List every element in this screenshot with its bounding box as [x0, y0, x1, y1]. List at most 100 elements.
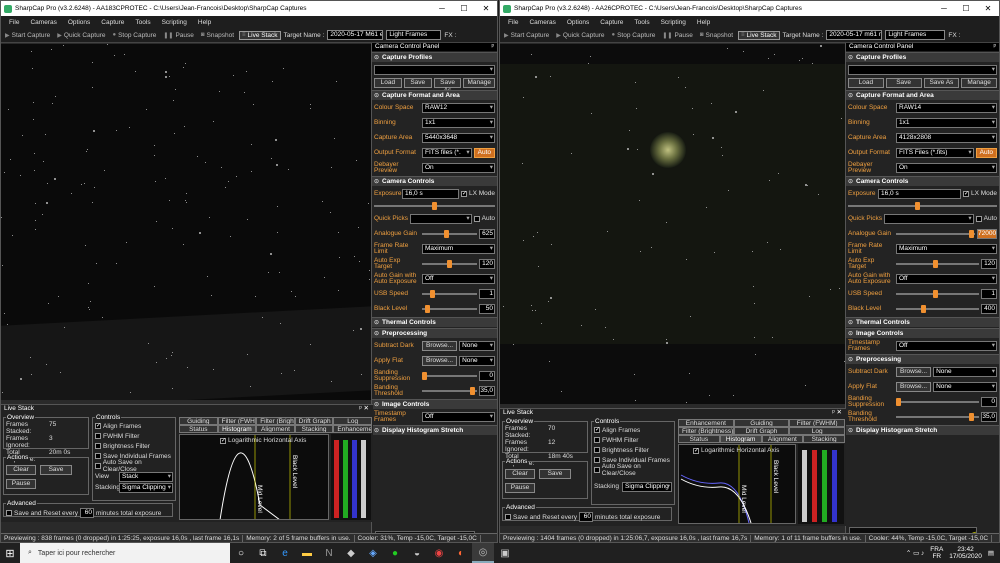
- tab-enhancement[interactable]: Enhancement: [333, 425, 372, 433]
- close-button[interactable]: ✕: [475, 4, 497, 13]
- frame-rate-select[interactable]: Maximum: [896, 243, 997, 254]
- green-channel[interactable]: [822, 450, 827, 522]
- edge-icon[interactable]: e: [274, 543, 296, 563]
- section-image-controls[interactable]: Image Controls: [372, 399, 497, 410]
- red-channel[interactable]: [812, 450, 817, 522]
- save-individual-checkbox[interactable]: [594, 457, 600, 463]
- menu-options[interactable]: Options: [567, 19, 589, 26]
- banding-threshold-slider[interactable]: [896, 412, 979, 422]
- tab-filter-fwhm[interactable]: Filter (FWHM): [217, 417, 257, 425]
- section-capture-format[interactable]: Capture Format and Area: [846, 90, 999, 101]
- tab-drift-graph[interactable]: Drift Graph: [294, 417, 334, 425]
- exposure-input[interactable]: 16,0 s: [402, 188, 459, 199]
- gain-slider[interactable]: [896, 229, 975, 239]
- stack-histogram[interactable]: Logarithmic Horizontal Axis Mid Level Bl…: [179, 434, 329, 520]
- load-button[interactable]: Load: [848, 78, 884, 88]
- red-channel[interactable]: [334, 440, 339, 518]
- capture-area-select[interactable]: 5440x3648: [422, 132, 495, 143]
- section-thermal[interactable]: Thermal Controls: [372, 317, 497, 328]
- load-button[interactable]: Load: [374, 78, 402, 88]
- usb-slider[interactable]: [422, 289, 477, 299]
- quick-capture-button[interactable]: ▶ Quick Capture: [554, 32, 606, 39]
- menu-options[interactable]: Options: [68, 19, 90, 26]
- exposure-input[interactable]: 16,0 s: [878, 188, 961, 199]
- tab-log[interactable]: Log: [789, 427, 846, 435]
- blue-channel[interactable]: [832, 450, 837, 522]
- app-icon[interactable]: ◈: [362, 543, 384, 563]
- section-capture-profiles[interactable]: Capture Profiles: [846, 52, 999, 63]
- channel-sliders[interactable]: [798, 444, 844, 524]
- auto-button[interactable]: Auto: [975, 147, 997, 158]
- manage-button[interactable]: Manage: [463, 78, 495, 88]
- sharpcap-taskbar-icon[interactable]: ◎: [472, 543, 494, 563]
- menu-help[interactable]: Help: [198, 19, 211, 26]
- save-reset-checkbox[interactable]: [6, 510, 12, 516]
- lum-channel[interactable]: [361, 440, 366, 518]
- language-indicator[interactable]: FRA FR: [930, 546, 943, 560]
- app-green-icon[interactable]: ●: [384, 543, 406, 563]
- pin-icon[interactable]: ᵖ: [492, 43, 494, 51]
- colour-space-select[interactable]: RAW14: [896, 102, 997, 113]
- target-name-input[interactable]: 2020-05-17 m61 m: [826, 30, 883, 40]
- black-level-value[interactable]: 400: [981, 303, 997, 314]
- log-axis-checkbox[interactable]: [220, 437, 226, 444]
- target-name-input[interactable]: 2020-05-17 M61 ec: [327, 30, 384, 40]
- exposure-slider[interactable]: [848, 201, 997, 211]
- brightness-filter-checkbox[interactable]: [95, 443, 101, 449]
- app-n-icon[interactable]: N: [318, 543, 340, 563]
- section-histogram-stretch[interactable]: Display Histogram Stretch: [372, 425, 497, 436]
- profile-select[interactable]: [848, 64, 997, 75]
- notification-icon[interactable]: ▤: [988, 549, 994, 557]
- menu-file[interactable]: File: [9, 19, 19, 26]
- tab-enhancement[interactable]: Enhancement: [678, 419, 734, 427]
- banding-slider[interactable]: [896, 397, 979, 407]
- black-level-slider[interactable]: [422, 304, 477, 314]
- tab-histogram[interactable]: Histogram: [719, 435, 762, 443]
- auto-save-checkbox[interactable]: [594, 467, 600, 473]
- exposure-slider[interactable]: [374, 201, 495, 211]
- browse-flat-button[interactable]: Browse...: [896, 381, 932, 392]
- brightness-filter-checkbox[interactable]: [594, 447, 600, 453]
- lum-channel[interactable]: [802, 450, 807, 522]
- pin-icon[interactable]: ᵖ: [994, 43, 996, 51]
- fwhm-filter-checkbox[interactable]: [95, 433, 101, 439]
- log-axis-checkbox[interactable]: [693, 447, 699, 454]
- tab-filter-brightness[interactable]: Filter (Brightness): [678, 427, 734, 435]
- save-reset-checkbox[interactable]: [505, 514, 511, 520]
- minimize-button[interactable]: ─: [431, 4, 453, 13]
- live-stack-pin-icon[interactable]: ᵖ ✕: [359, 405, 369, 413]
- save-button[interactable]: Save: [403, 78, 432, 88]
- frame-type-select[interactable]: Light Frames: [885, 30, 946, 40]
- auto-exp-value[interactable]: 120: [479, 258, 495, 269]
- binning-select[interactable]: 1x1: [896, 117, 997, 128]
- view-select[interactable]: Stack: [119, 471, 173, 482]
- save-as-button[interactable]: Save As: [923, 78, 960, 88]
- tab-guiding[interactable]: Guiding: [733, 419, 790, 427]
- section-image-controls[interactable]: Image Controls: [846, 328, 999, 339]
- image-viewer[interactable]: [500, 44, 846, 404]
- save-button[interactable]: Save: [885, 78, 922, 88]
- timestamp-select[interactable]: Off: [896, 340, 997, 351]
- auto-exposure-checkbox[interactable]: Auto: [975, 215, 997, 222]
- menu-cameras[interactable]: Cameras: [30, 19, 56, 26]
- menu-tools[interactable]: Tools: [634, 19, 649, 26]
- banding-slider[interactable]: [422, 371, 477, 381]
- section-camera-controls[interactable]: Camera Controls: [846, 176, 999, 187]
- tab-filter-fwhm[interactable]: Filter (FWHM): [789, 419, 846, 427]
- auto-exposure-checkbox[interactable]: Auto: [473, 215, 495, 222]
- start-capture-button[interactable]: ▶ Start Capture: [502, 32, 551, 39]
- auto-gain-select[interactable]: Off: [896, 273, 997, 284]
- save-individual-checkbox[interactable]: [95, 453, 101, 459]
- banding-value[interactable]: 0: [981, 396, 997, 407]
- profile-select[interactable]: [374, 64, 495, 75]
- black-level-slider[interactable]: [896, 304, 979, 314]
- section-thermal[interactable]: Thermal Controls: [846, 317, 999, 328]
- auto-exp-value[interactable]: 120: [981, 258, 997, 269]
- live-stack-button[interactable]: ≡ Live Stack: [239, 30, 281, 40]
- tab-stacking[interactable]: Stacking: [294, 425, 334, 433]
- banding-value[interactable]: 0: [479, 370, 495, 381]
- tab-alignment[interactable]: Alignment: [761, 435, 804, 443]
- timestamp-select[interactable]: Off: [422, 411, 495, 422]
- stack-save-button[interactable]: Save: [539, 469, 571, 479]
- stack-save-button[interactable]: Save: [40, 465, 72, 475]
